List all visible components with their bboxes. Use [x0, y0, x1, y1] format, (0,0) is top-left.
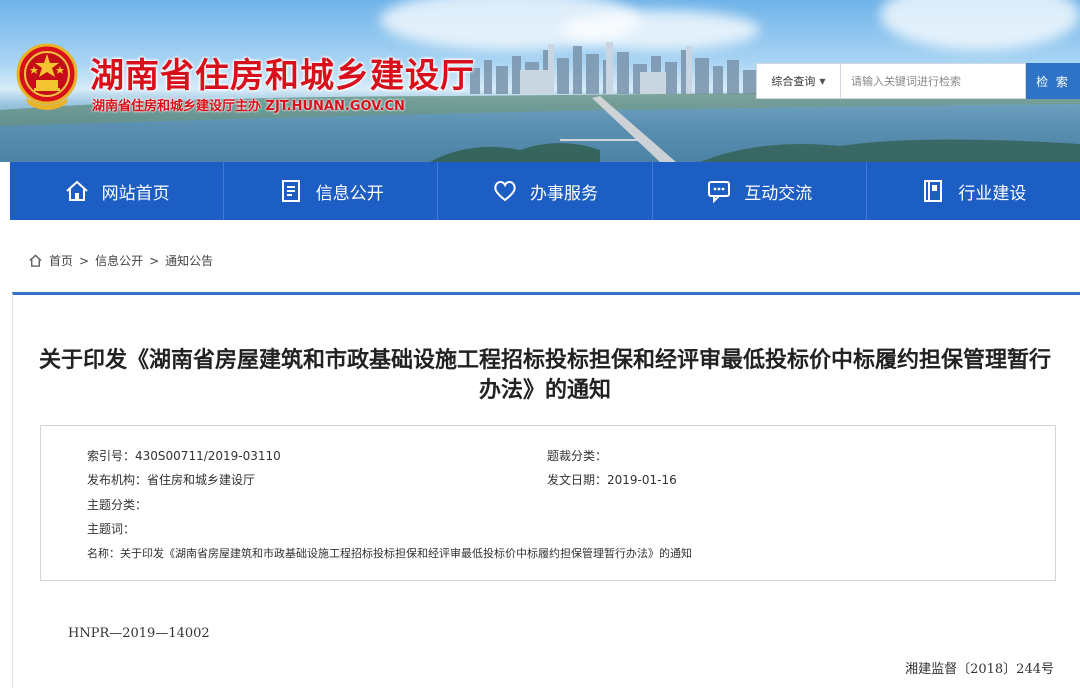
- site-title[interactable]: 湖南省住房和城乡建设厅: [90, 48, 475, 97]
- meta-keywords: 主题词：: [87, 520, 135, 537]
- meta-topic-label: 题裁分类：: [547, 449, 608, 463]
- meta-topic: 题裁分类：: [547, 447, 607, 464]
- national-emblem-logo: [16, 43, 78, 110]
- meta-date-value: 2019-01-16: [607, 473, 677, 487]
- meta-issuer: 发布机构：省住房和城乡建设厅: [87, 471, 255, 488]
- meta-index: 索引号：430S00711/2019-03110: [87, 447, 281, 464]
- home-icon: [65, 180, 88, 201]
- nav-item-info[interactable]: 信息公开: [224, 162, 439, 220]
- nav-item-industry[interactable]: 行业建设: [867, 162, 1080, 220]
- meta-name-label: 名称：: [87, 547, 120, 560]
- meta-date-label: 发文日期：: [547, 473, 608, 487]
- document-number: HNPR—2019—14002: [68, 626, 210, 641]
- nav-item-services[interactable]: 办事服务: [438, 162, 653, 220]
- nav-item-label: 信息公开: [315, 183, 384, 204]
- breadcrumb-item-info[interactable]: 信息公开: [95, 252, 143, 269]
- document-reference: 湘建监督〔2018〕244号: [905, 662, 1054, 677]
- search-scope-label: 综合查询: [771, 75, 816, 88]
- search-input[interactable]: 请输入关键词进行检索: [840, 63, 1026, 99]
- meta-name-value: 关于印发《湖南省房屋建筑和市政基础设施工程招标投标担保和经评审最低投标价中标履约…: [120, 547, 692, 560]
- breadcrumb-separator: >: [79, 253, 90, 268]
- search-scope-select[interactable]: 综合查询 ▼: [756, 63, 840, 99]
- book-icon: [924, 180, 943, 202]
- nav-item-home[interactable]: 网站首页: [10, 162, 225, 220]
- meta-keywords-label: 主题词：: [87, 522, 136, 536]
- breadcrumb-item-notices[interactable]: 通知公告: [165, 252, 213, 269]
- article-title: 关于印发《湖南省房屋建筑和市政基础设施工程招标投标担保和经评审最低投标价中标履约…: [38, 348, 1051, 403]
- site-subtitle: 湖南省住房和城乡建设厅主办 ZJT.HUNAN.GOV.CN: [92, 99, 405, 114]
- main-nav: 网站首页 信息公开 办事服务 互动交流 行业建设: [10, 162, 1080, 220]
- meta-index-value: 430S00711/2019-03110: [135, 449, 281, 463]
- chevron-down-icon: ▼: [819, 76, 826, 86]
- nav-item-label: 办事服务: [530, 183, 598, 204]
- search-bar: 综合查询 ▼ 请输入关键词进行检索 检 索: [756, 63, 1080, 99]
- heart-icon: [494, 181, 516, 202]
- meta-name: 名称：关于印发《湖南省房屋建筑和市政基础设施工程招标投标担保和经评审最低投标价中…: [87, 545, 692, 561]
- home-icon: [29, 254, 42, 267]
- nav-item-label: 网站首页: [101, 183, 170, 204]
- meta-subject-label: 主题分类：: [87, 498, 148, 512]
- meta-issuer-label: 发布机构：: [87, 473, 148, 487]
- breadcrumb-separator: >: [149, 253, 160, 268]
- breadcrumb-item-home[interactable]: 首页: [49, 252, 73, 269]
- meta-date: 发文日期：2019-01-16: [547, 471, 677, 488]
- document-metadata-box: 索引号：430S00711/2019-03110 题裁分类： 发布机构：省住房和…: [40, 425, 1056, 581]
- nav-item-label: 互动交流: [744, 183, 813, 204]
- meta-issuer-value: 省住房和城乡建设厅: [147, 473, 256, 487]
- chat-icon: [708, 181, 731, 204]
- nav-item-label: 行业建设: [958, 183, 1027, 204]
- meta-index-label: 索引号：: [87, 449, 136, 463]
- document-icon: [281, 180, 300, 202]
- meta-subject: 主题分类：: [87, 496, 147, 513]
- breadcrumb: 首页 > 信息公开 > 通知公告: [28, 252, 213, 269]
- nav-item-interaction[interactable]: 互动交流: [653, 162, 867, 220]
- search-button[interactable]: 检 索: [1026, 63, 1080, 99]
- site-header: 湖南省住房和城乡建设厅 湖南省住房和城乡建设厅主办 ZJT.HUNAN.GOV.…: [0, 0, 1080, 162]
